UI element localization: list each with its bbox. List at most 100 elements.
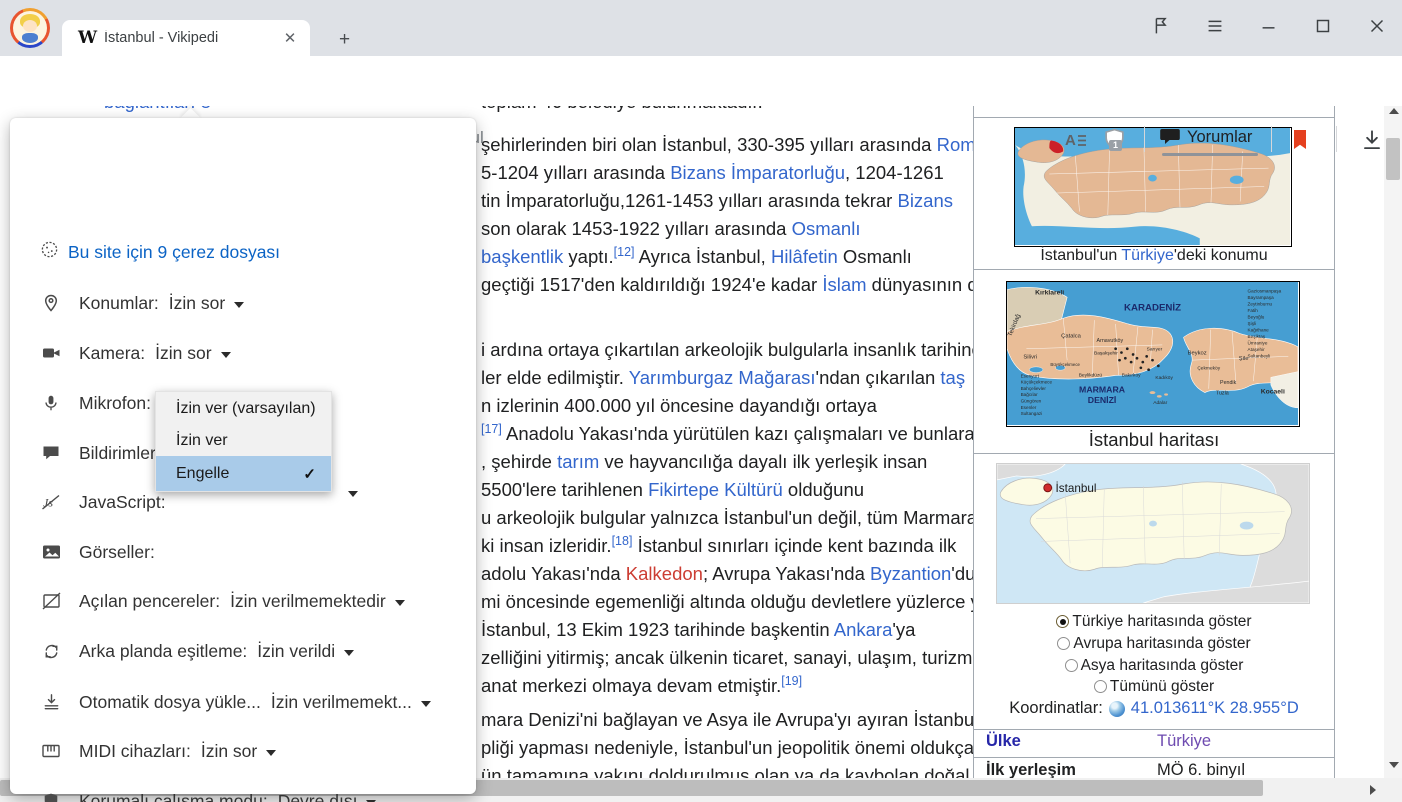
- wiki-link[interactable]: İslam: [822, 274, 866, 295]
- midi-icon: [40, 740, 62, 762]
- scroll-right-arrow[interactable]: [1370, 785, 1376, 795]
- article-text: Anadolu Yakası'nda yürütülen kazı çalışm…: [502, 423, 975, 444]
- maximize-icon[interactable]: [1308, 10, 1338, 42]
- reader-mode-icon[interactable]: A: [1062, 126, 1090, 154]
- coordinates-link[interactable]: 41.013611°K 28.955°D: [1131, 699, 1299, 718]
- radio-icon[interactable]: [1057, 637, 1070, 650]
- wiki-link[interactable]: Bizans İmparatorluğu: [670, 162, 845, 183]
- wiki-link[interactable]: tarım: [557, 451, 599, 472]
- bookmark-icon[interactable]: [1286, 126, 1314, 154]
- permission-label: Korumalı çalışma modu:: [79, 791, 268, 802]
- browser-tab[interactable]: W İstanbul - Vikipedi ✕: [62, 20, 310, 56]
- chevron-down-icon[interactable]: [421, 701, 431, 707]
- scrollbar-corner: [1384, 778, 1402, 802]
- permission-value[interactable]: İzin verilmemektedir: [230, 591, 386, 612]
- sync-icon: [40, 640, 62, 662]
- article-text: ki insan izleridir.: [481, 535, 612, 556]
- permission-value[interactable]: Devre dışı: [278, 791, 358, 802]
- radio-label: Tümünü göster: [1110, 678, 1214, 696]
- reference-link[interactable]: [12]: [614, 245, 635, 259]
- vertical-scrollbar[interactable]: [1384, 96, 1402, 778]
- reference-link[interactable]: [17]: [481, 422, 502, 436]
- wiki-link[interactable]: başkentlik: [481, 246, 563, 267]
- article-text: 5500'lere tarihlenen: [481, 479, 648, 500]
- dropdown-item[interactable]: İzin ver: [156, 426, 331, 456]
- article-text-line: ler elde edilmiştir. Yarımburgaz Mağaras…: [481, 364, 965, 392]
- download-icon[interactable]: [1358, 126, 1386, 154]
- turkey-light-locator-map[interactable]: İstanbul: [996, 463, 1310, 604]
- minimize-icon[interactable]: [1254, 10, 1284, 42]
- svg-text:Fatih: Fatih: [1248, 308, 1259, 313]
- infobox-row-value[interactable]: Türkiye: [1157, 732, 1211, 751]
- flag-icon[interactable]: [1146, 10, 1176, 42]
- cookie-icon: [40, 240, 59, 264]
- wiki-link[interactable]: Ankara: [834, 619, 893, 640]
- wiki-link[interactable]: Hilâfetin: [771, 246, 838, 267]
- radio-selected-icon[interactable]: [1056, 615, 1069, 628]
- wiki-link[interactable]: Kalkedon: [626, 563, 703, 584]
- close-icon[interactable]: [1362, 10, 1392, 42]
- wiki-link[interactable]: Byzantion: [870, 563, 951, 584]
- reference-link[interactable]: [18]: [612, 534, 633, 548]
- svg-text:Tuzla: Tuzla: [1216, 391, 1229, 397]
- svg-text:Kocaeli: Kocaeli: [1261, 389, 1285, 396]
- wiki-link[interactable]: Osmanlı: [792, 218, 861, 239]
- permission-value[interactable]: İzin sor: [201, 741, 257, 762]
- dropdown-item[interactable]: Engelle✓: [156, 456, 331, 491]
- turkiye-link[interactable]: Türkiye: [1121, 247, 1173, 264]
- dropdown-item-label: Engelle: [176, 465, 229, 483]
- dropdown-item[interactable]: İzin ver (varsayılan): [156, 392, 331, 426]
- map-radio-option[interactable]: Asya haritasında göster: [974, 655, 1334, 676]
- article-text-line: geçtiği 1517'den kaldırıldığı 1924'e kad…: [481, 271, 988, 299]
- wiki-link[interactable]: Yarımburgaz Mağarası: [629, 367, 816, 388]
- svg-text:Güngören: Güngören: [1021, 399, 1042, 404]
- map-radio-option[interactable]: Türkiye haritasında göster: [974, 611, 1334, 632]
- wiki-link[interactable]: Bizans: [897, 190, 953, 211]
- chevron-down-icon[interactable]: [221, 352, 231, 358]
- wiki-link[interactable]: Fikirtepe Kültürü: [648, 479, 783, 500]
- tab-close-icon[interactable]: ✕: [280, 28, 300, 48]
- permission-value[interactable]: İzin sor: [155, 343, 211, 364]
- scroll-up-arrow[interactable]: [1389, 108, 1399, 114]
- article-text: son olarak 1453-1922 yılları arasında: [481, 218, 792, 239]
- map-radio-option[interactable]: Avrupa haritasında göster: [974, 633, 1334, 654]
- article-text: n izlerinin 400.000 yıl öncesine dayandı…: [481, 395, 877, 416]
- chevron-down-icon[interactable]: [266, 750, 276, 756]
- vertical-scroll-thumb[interactable]: [1386, 138, 1400, 180]
- cookies-link-row[interactable]: Bu site için 9 çerez dosyası: [40, 239, 280, 265]
- permission-value[interactable]: İzin verilmemekt...: [271, 692, 412, 713]
- svg-text:Büyükçekmece: Büyükçekmece: [1050, 362, 1080, 367]
- cookies-link[interactable]: Bu site için 9 çerez dosyası: [68, 242, 280, 263]
- chevron-down-icon[interactable]: [234, 302, 244, 308]
- radio-icon[interactable]: [1065, 659, 1078, 672]
- svg-text:Çekmeköy: Çekmeköy: [1197, 366, 1220, 372]
- wiki-link[interactable]: taş: [940, 367, 965, 388]
- article-text: İstanbul, 13 Ekim 1923 tarihinde başkent…: [481, 619, 834, 640]
- new-tab-button[interactable]: +: [331, 26, 358, 53]
- article-text-line: başkentlik yaptı.[12] Ayrıca İstanbul, H…: [481, 243, 912, 271]
- map-radio-option[interactable]: Tümünü göster: [974, 676, 1334, 697]
- article-text: olduğunu: [783, 479, 864, 500]
- reference-link[interactable]: [19]: [781, 674, 802, 688]
- profile-avatar[interactable]: [10, 8, 50, 48]
- protected-mode-icon: [40, 790, 62, 802]
- radio-icon[interactable]: [1094, 680, 1107, 693]
- chevron-down-icon[interactable]: [348, 491, 358, 497]
- istanbul-marker-dot: [1044, 484, 1052, 492]
- permission-label: Mikrofon:: [79, 393, 151, 414]
- permission-value[interactable]: İzin verildi: [257, 641, 335, 662]
- istanbul-districts-map[interactable]: KırklareliTekirdağKARADENİZÇatalcaSilivr…: [1006, 281, 1300, 427]
- svg-text:Ataşehir: Ataşehir: [1248, 347, 1266, 352]
- permission-value[interactable]: İzin sor: [169, 293, 225, 314]
- svg-text:Arnavutköy: Arnavutköy: [1097, 338, 1124, 344]
- infobox-divider: [973, 729, 1335, 730]
- chevron-down-icon[interactable]: [395, 600, 405, 606]
- menu-icon[interactable]: [1200, 10, 1230, 42]
- map2-caption: İstanbul haritası: [974, 429, 1334, 451]
- map3-istanbul-label: İstanbul: [1056, 481, 1097, 495]
- svg-text:A: A: [1065, 132, 1076, 149]
- images-icon: [40, 541, 62, 563]
- chevron-down-icon[interactable]: [344, 650, 354, 656]
- scroll-down-arrow[interactable]: [1389, 762, 1399, 768]
- permission-label: MIDI cihazları:: [79, 741, 191, 762]
